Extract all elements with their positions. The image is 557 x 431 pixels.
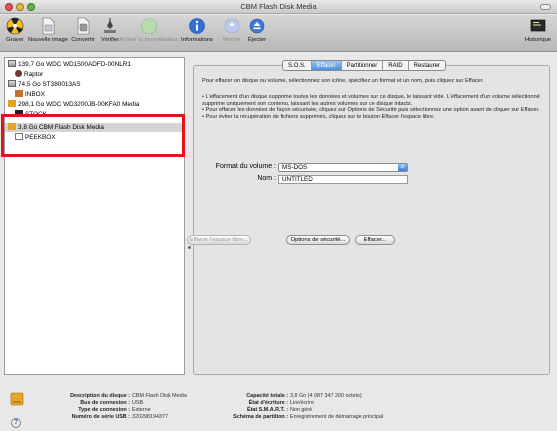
- erase-panel: S.O.S. Effacer Partitionner RAID Restaur…: [187, 60, 550, 375]
- sidebar-item-inbox[interactable]: INBOX: [5, 90, 184, 99]
- toolbar-label: Informations: [181, 37, 213, 43]
- erase-button[interactable]: Effacer...: [355, 235, 395, 245]
- log-icon: [530, 19, 546, 32]
- toolbar-label: Nouvelle image: [28, 37, 68, 43]
- disk-utility-window: CBM Flash Disk Media Graver Nouvelle ima…: [0, 0, 557, 431]
- tab-partition[interactable]: Partitionner: [342, 61, 384, 70]
- help-button[interactable]: ?: [11, 418, 21, 428]
- sidebar-item-disk-3[interactable]: 298,1 Go WDC WD3200JB-00KFA0 Media: [5, 100, 184, 109]
- verify-icon: [104, 18, 116, 33]
- toolbar-label: Activer la journalisation: [119, 37, 179, 43]
- toolbar-log-button[interactable]: Historique: [522, 17, 554, 51]
- toolbar-new-image-button[interactable]: Nouvelle image: [26, 17, 70, 51]
- sidebar-item-label: INBOX: [25, 91, 45, 98]
- toolbar-journaling-button[interactable]: Activer la journalisation: [118, 17, 180, 51]
- hard-disk-icon: [8, 60, 16, 67]
- journaling-icon: [141, 18, 157, 34]
- toolbar-convert-button[interactable]: Convertir: [69, 17, 97, 51]
- sidebar-item-label: 74,5 Go ST380013AS: [18, 81, 81, 88]
- convert-icon: [77, 17, 90, 35]
- total-capacity-value: 3,8 Go (4 087 347 200 octets): [290, 393, 362, 399]
- connection-bus-value: USB: [132, 400, 144, 406]
- erase-note: • L'effacement d'un disque supprime tout…: [202, 94, 540, 107]
- volume-icon: [15, 90, 23, 97]
- usb-serial-label: Numéro de série USB :: [71, 414, 130, 420]
- toolbar-label: Éjecter: [247, 37, 267, 43]
- write-status-value: Lire/écrire: [290, 400, 314, 406]
- disk-description-label: Description du disque :: [70, 393, 130, 399]
- volume-format-value: MS-DOS: [282, 164, 308, 171]
- volume-format-select[interactable]: MS-DOS ⇵: [278, 163, 408, 172]
- toolbar-mount-button[interactable]: Monter: [221, 17, 243, 51]
- volume-name-input[interactable]: UNTITLED: [278, 175, 408, 184]
- sidebar-item-label: Raptor: [24, 71, 44, 78]
- disk-info-area: Description du disque : CBM Flash Disk M…: [0, 381, 557, 431]
- burn-icon: [6, 17, 24, 35]
- toolbar-info-button[interactable]: Informations: [180, 17, 214, 51]
- disk-description-value: CBM Flash Disk Media: [132, 393, 187, 399]
- connection-type-value: Externe: [132, 407, 151, 413]
- erase-notes: • L'effacement d'un disque supprime tout…: [202, 94, 547, 120]
- connection-bus-label: Bus de connexion :: [80, 400, 130, 406]
- partition-scheme-value: Enregistrement de démarrage principal: [290, 414, 384, 420]
- sidebar-item-disk-1[interactable]: 139,7 Go WDC WD1500ADFD-00NLR1: [5, 60, 184, 69]
- tab-erase[interactable]: Effacer: [311, 61, 342, 70]
- updown-arrows-icon: ⇵: [398, 164, 407, 171]
- selection-highlight-box: [1, 114, 185, 157]
- connection-type-label: Type de connexion :: [78, 407, 130, 413]
- volume-format-label: Format du volume :: [215, 163, 276, 170]
- partition-scheme-label: Schéma de partition :: [233, 414, 288, 420]
- tab-first-aid[interactable]: S.O.S.: [283, 61, 312, 70]
- splitter-handle[interactable]: [188, 246, 191, 249]
- erase-note: • Pour effacer les données de façon sécu…: [202, 107, 540, 114]
- new-image-icon: [42, 17, 55, 35]
- tab-raid[interactable]: RAID: [383, 61, 409, 70]
- sidebar-item-raptor[interactable]: Raptor: [5, 70, 184, 79]
- usb-serial-value: 320298194377: [132, 414, 168, 420]
- tab-bar: S.O.S. Effacer Partitionner RAID Restaur…: [282, 60, 446, 71]
- usb-disk-icon: [10, 392, 24, 406]
- volume-name-label: Nom :: [257, 175, 276, 182]
- erase-free-space-button[interactable]: Effacer l'espace libre...: [187, 235, 251, 245]
- eject-icon: [249, 18, 265, 34]
- toolbar-burn-button[interactable]: Graver: [3, 17, 27, 51]
- erase-instructions: Pour effacer un disque ou volume, sélect…: [202, 78, 484, 84]
- disk-source-list[interactable]: 139,7 Go WDC WD1500ADFD-00NLR1 Raptor 74…: [4, 57, 185, 375]
- hard-disk-icon: [8, 80, 16, 87]
- window-title: CBM Flash Disk Media: [240, 2, 317, 11]
- toolbar-label: Monter: [222, 37, 242, 43]
- write-status-label: État d'écriture :: [248, 400, 288, 406]
- title-bar: CBM Flash Disk Media: [0, 0, 557, 14]
- toolbar-toggle-button[interactable]: [540, 4, 551, 10]
- tab-restore[interactable]: Restaurer: [409, 61, 445, 70]
- sidebar-item-disk-2[interactable]: 74,5 Go ST380013AS: [5, 80, 184, 89]
- sidebar-item-label: 139,7 Go WDC WD1500ADFD-00NLR1: [18, 61, 131, 68]
- erase-note: • Pour éviter la récupération de fichier…: [202, 113, 435, 120]
- mount-icon: [224, 18, 240, 34]
- sidebar-item-label: 298,1 Go WDC WD3200JB-00KFA0 Media: [18, 101, 140, 108]
- total-capacity-label: Capacité totale :: [246, 393, 288, 399]
- toolbar-eject-button[interactable]: Éjecter: [246, 17, 268, 51]
- smart-status-label: État S.M.A.R.T. :: [246, 407, 288, 413]
- toolbar: Graver Nouvelle image Convertir Vérifier: [0, 15, 557, 52]
- volume-icon: [15, 70, 22, 77]
- smart-status-value: Non géré: [290, 407, 313, 413]
- toolbar-label: Convertir: [71, 37, 95, 43]
- toolbar-label: Graver: [6, 37, 24, 43]
- info-icon: [189, 18, 205, 34]
- hard-disk-icon: [8, 100, 16, 107]
- security-options-button[interactable]: Options de sécurité...: [286, 235, 350, 245]
- toolbar-label: Historique: [524, 37, 552, 43]
